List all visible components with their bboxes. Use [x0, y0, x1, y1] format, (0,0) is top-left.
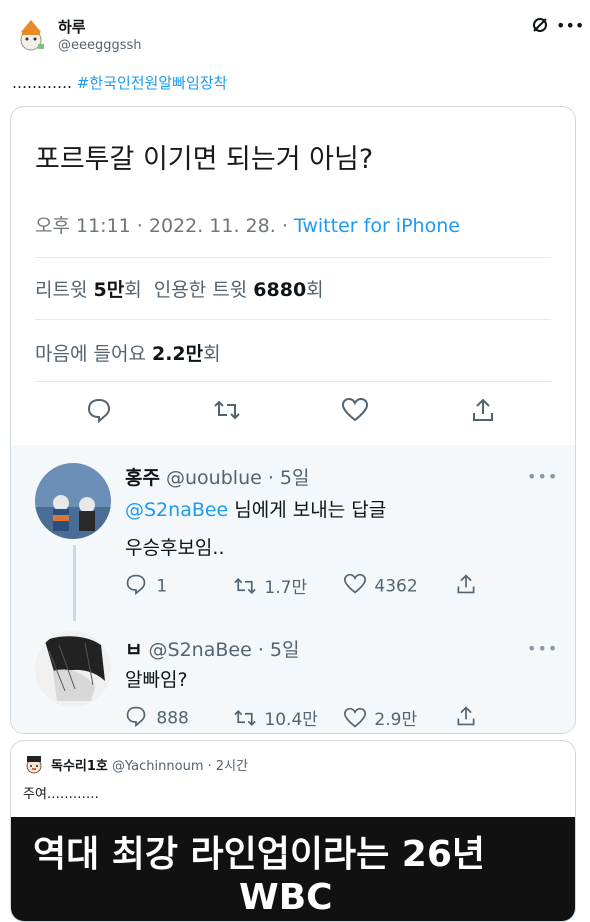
reply-icon — [125, 705, 151, 732]
quoted-author-name: 독수리1호 — [51, 759, 108, 774]
retweet-icon — [233, 707, 259, 734]
reply-count: 1 — [156, 576, 168, 597]
mention-link: @S2naBee — [125, 499, 229, 521]
retweet-action: 1.7만 — [233, 573, 307, 602]
reply-text: 우승후보임.. — [125, 537, 225, 559]
more-icon: ••• — [527, 467, 559, 486]
tweet-text-prefix: ………… — [12, 74, 77, 92]
avatar — [35, 463, 111, 539]
reply-count: 888 — [156, 708, 189, 729]
reply-section: 홍주 @uoublue · 5일 ••• @S2naBee 님에게 보내는 답글… — [11, 445, 575, 733]
retweet-count: 1.7만 — [264, 578, 308, 598]
share-action — [455, 573, 481, 600]
banner-subtext: WBC — [239, 877, 333, 918]
screenshot-likes: 마음에 들어요 2.2만회 — [35, 339, 221, 366]
heart-icon — [343, 707, 369, 734]
retweet-label: 리트윗 — [35, 279, 88, 301]
retweet-icon — [211, 397, 243, 429]
screenshot-stats: 리트윗 5만회 인용한 트윗 6880회 — [35, 275, 324, 302]
avatar — [35, 631, 111, 707]
reply-text: 알빠임? — [125, 669, 188, 691]
thread-line — [73, 545, 76, 621]
hashtag-link[interactable]: #한국인전원알빠임장착 — [77, 74, 228, 92]
like-count: 4362 — [374, 576, 418, 597]
quote-label: 인용한 트윗 — [153, 279, 248, 301]
retweet-icon — [233, 575, 259, 602]
screenshot-tweet-title: 포르투갈 이기면 되는거 아님? — [35, 144, 374, 175]
banner-text: 역대 최강 라인업이라는 26년 — [33, 834, 486, 875]
like-action: 4362 — [343, 573, 418, 600]
quoted-tweet[interactable]: 독수리1호 @Yachinnoum · 2시간 주여………… 역대 최강 라인업… — [10, 740, 576, 922]
reply-to-suffix: 님에게 보내는 답글 — [228, 499, 387, 521]
screenshot-timestamp: 오후 11:11 · 2022. 11. 28. · Twitter for i… — [35, 211, 460, 238]
retweet-count: 10.4만 — [264, 710, 318, 730]
avatar — [23, 753, 45, 775]
retweet-unit: 회 — [124, 279, 142, 301]
reply-author-name: ㅂ — [125, 639, 143, 661]
screenshot-time: 오후 11:11 · 2022. 11. 28. · — [35, 215, 288, 237]
quoted-author: 독수리1호 @Yachinnoum · 2시간 — [51, 755, 248, 774]
like-label: 마음에 들어요 — [35, 343, 146, 365]
like-unit: 회 — [203, 343, 221, 365]
quoted-author-handle: @Yachinnoum · 2시간 — [112, 759, 249, 774]
grok-icon[interactable] — [530, 16, 550, 36]
share-action — [455, 705, 481, 732]
share-icon — [455, 705, 481, 732]
tweet-text: ………… #한국인전원알빠임장착 — [12, 72, 227, 93]
heart-icon — [343, 573, 369, 600]
user-handle[interactable]: @eeegggssh — [58, 38, 142, 53]
quoted-image[interactable]: 역대 최강 라인업이라는 26년 WBC — [11, 817, 575, 921]
reply-author: ㅂ @S2naBee · 5일 — [125, 635, 299, 662]
retweet-count: 5만 — [93, 279, 125, 301]
screenshot-source: Twitter for iPhone — [293, 215, 460, 237]
avatar[interactable] — [12, 16, 50, 54]
like-count: 2.9만 — [374, 710, 418, 730]
reply-author-name: 홍주 — [125, 467, 160, 489]
like-count: 2.2만 — [151, 343, 204, 365]
retweet-action: 10.4만 — [233, 705, 318, 734]
tweet-image[interactable]: 포르투갈 이기면 되는거 아님? 오후 11:11 · 2022. 11. 28… — [10, 106, 576, 734]
more-icon: ••• — [527, 639, 559, 658]
share-icon — [467, 397, 499, 429]
more-icon[interactable]: ••• — [556, 16, 584, 36]
share-icon — [455, 573, 481, 600]
reply-action: 1 — [125, 573, 167, 600]
like-action: 2.9만 — [343, 705, 418, 734]
reply-to-line: @S2naBee 님에게 보내는 답글 — [125, 495, 386, 522]
reply-icon — [83, 397, 115, 429]
divider — [35, 381, 551, 382]
reply-author: 홍주 @uoublue · 5일 — [125, 463, 309, 490]
quoted-text: 주여………… — [23, 787, 99, 802]
quote-count: 6880 — [253, 279, 307, 301]
heart-icon — [339, 397, 371, 429]
reply-author-handle: @uoublue · 5일 — [166, 467, 310, 489]
reply-action: 888 — [125, 705, 189, 732]
display-name[interactable]: 하루 — [58, 16, 86, 37]
reply-icon — [125, 573, 151, 600]
divider — [35, 319, 551, 320]
quote-unit: 회 — [306, 279, 324, 301]
reply-author-handle: @S2naBee · 5일 — [148, 639, 300, 661]
divider — [35, 257, 551, 258]
